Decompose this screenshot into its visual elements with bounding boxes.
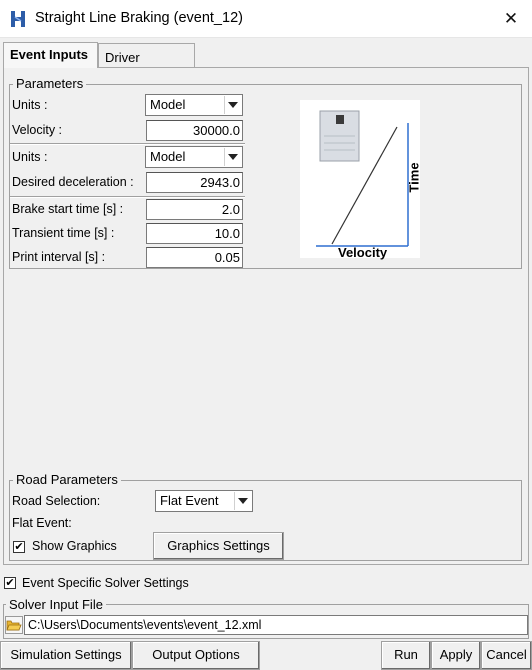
- run-button[interactable]: Run: [381, 641, 431, 670]
- event-specific-solver-label: Event Specific Solver Settings: [22, 576, 189, 590]
- print-interval-field[interactable]: 0.05: [146, 247, 243, 268]
- open-folder-icon[interactable]: [5, 616, 23, 634]
- deceleration-units-select[interactable]: Model: [145, 146, 243, 168]
- diagram-x-label: Velocity: [338, 245, 388, 260]
- road-parameters-title: Road Parameters: [13, 472, 121, 487]
- event-specific-solver-checkbox[interactable]: ✔: [4, 577, 16, 589]
- transient-time-field[interactable]: 10.0: [146, 223, 243, 244]
- vehicle-thumbnail: [319, 110, 360, 162]
- solver-input-file-field[interactable]: C:\Users\Documents\events\event_12.xml: [24, 615, 528, 635]
- chevron-down-icon[interactable]: [234, 492, 251, 510]
- road-selection-value: Flat Event: [160, 493, 219, 508]
- road-selection-select[interactable]: Flat Event: [155, 490, 253, 512]
- print-interval-label: Print interval [s] :: [12, 250, 106, 264]
- diagram-y-label: Time: [406, 162, 422, 193]
- velocity-field[interactable]: 30000.0: [146, 120, 243, 141]
- flat-event-label: Flat Event:: [12, 516, 72, 530]
- graphics-settings-button[interactable]: Graphics Settings: [153, 532, 284, 560]
- chevron-down-icon[interactable]: [224, 148, 241, 166]
- parameters-divider-2: [10, 196, 245, 198]
- app-icon: [10, 10, 26, 28]
- tab-driver[interactable]: Driver: [98, 43, 195, 67]
- simulation-settings-button[interactable]: Simulation Settings: [0, 641, 132, 670]
- chevron-down-icon[interactable]: [224, 96, 241, 114]
- velocity-units-select[interactable]: Model: [145, 94, 243, 116]
- velocity-label: Velocity :: [12, 123, 63, 137]
- diagram-y-label-wrap: Time: [405, 162, 425, 194]
- braking-diagram: [300, 100, 420, 258]
- velocity-units-value: Model: [150, 97, 186, 112]
- output-options-button[interactable]: Output Options: [132, 641, 260, 670]
- show-graphics-checkbox[interactable]: ✔: [13, 541, 25, 553]
- brake-start-field[interactable]: 2.0: [146, 199, 243, 220]
- window-title: Straight Line Braking (event_12): [35, 10, 243, 26]
- deceleration-units-value: Model: [150, 149, 186, 164]
- road-selection-label: Road Selection:: [12, 494, 101, 508]
- solver-input-file-title: Solver Input File: [6, 597, 106, 612]
- transient-time-label: Transient time [s] :: [12, 226, 115, 240]
- tab-event-inputs[interactable]: Event Inputs: [3, 42, 98, 68]
- deceleration-field[interactable]: 2943.0: [146, 172, 243, 193]
- units-label: Units :: [12, 98, 48, 112]
- parameters-divider: [10, 143, 245, 145]
- cancel-button[interactable]: Cancel: [481, 641, 532, 670]
- units-label-2: Units :: [12, 150, 48, 164]
- show-graphics-label: Show Graphics: [32, 539, 117, 553]
- close-icon[interactable]: ✕: [498, 6, 524, 32]
- parameters-title: Parameters: [13, 76, 87, 91]
- deceleration-label: Desired deceleration :: [12, 175, 134, 189]
- apply-button[interactable]: Apply: [431, 641, 481, 670]
- brake-start-label: Brake start time [s] :: [12, 202, 124, 216]
